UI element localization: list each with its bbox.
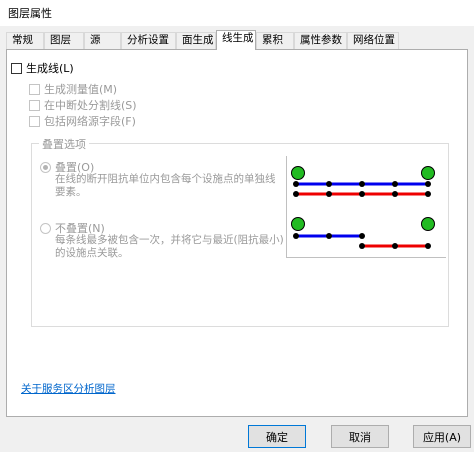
tab-source[interactable]: 源 [84, 32, 121, 49]
overlap-diagram [286, 156, 446, 258]
vertex-point [359, 243, 365, 249]
ok-button[interactable]: 确定 [248, 425, 306, 448]
tab-network-locations[interactable]: 网络位置 [347, 32, 399, 49]
include-source-fields-label: 包括网络源字段(F) [44, 115, 136, 128]
no-overlap-desc-line: 每条线最多被包含一次，并将它与最近(阻抗最小) [55, 234, 284, 246]
radio-dot[interactable] [40, 222, 51, 234]
window-title: 图层属性 [8, 7, 52, 20]
checkbox-box[interactable] [11, 62, 22, 74]
tab-panel-line-generation: 生成线(L) 生成测量值(M) 在中断处分割线(S) 包括网络源字段(F) 叠置… [6, 49, 468, 417]
about-service-area-link[interactable]: 关于服务区分析图层 [21, 381, 116, 396]
apply-button[interactable]: 应用(A) [413, 425, 471, 448]
vertex-point [293, 191, 299, 197]
vertex-point [326, 191, 332, 197]
tab-polygon-generation[interactable]: 面生成 [176, 32, 216, 49]
vertex-point [359, 191, 365, 197]
split-at-breaks-checkbox[interactable]: 在中断处分割线(S) [29, 97, 137, 113]
generate-lines-checkbox[interactable]: 生成线(L) [11, 60, 74, 76]
tab-layer[interactable]: 图层 [44, 32, 84, 49]
no-overlap-desc-line: 的设施点关联。 [55, 247, 129, 259]
overlap-options-legend: 叠置选项 [39, 136, 89, 152]
tab-general[interactable]: 常规 [6, 32, 44, 49]
vertex-point [326, 181, 332, 187]
vertex-point [425, 243, 431, 249]
vertex-point [392, 243, 398, 249]
vertex-point [359, 233, 365, 239]
vertex-point [359, 181, 365, 187]
measure-values-checkbox[interactable]: 生成测量值(M) [29, 81, 117, 97]
measure-values-label: 生成测量值(M) [44, 83, 118, 96]
tab-accumulation[interactable]: 累积 [256, 32, 294, 49]
radio-dot[interactable] [40, 161, 51, 173]
no-overlap-description: 每条线最多被包含一次，并将它与最近(阻抗最小) 的设施点关联。 [55, 234, 284, 260]
facility-point [421, 217, 435, 231]
vertex-point [293, 233, 299, 239]
vertex-point [425, 191, 431, 197]
facility-point [291, 166, 305, 180]
split-at-breaks-label: 在中断处分割线(S) [44, 99, 137, 112]
overlap-desc-line: 在线的断开阻抗单位内包含每个设施点的单独线 [55, 173, 276, 185]
title-bar: 图层属性 [0, 0, 474, 26]
tab-line-generation[interactable]: 线生成 [216, 30, 256, 50]
vertex-point [326, 233, 332, 239]
vertex-point [293, 181, 299, 187]
tab-analysis-settings[interactable]: 分析设置 [121, 32, 176, 49]
cancel-button[interactable]: 取消 [331, 425, 389, 448]
overlap-desc-line: 要素。 [55, 186, 87, 198]
facility-point [291, 217, 305, 231]
vertex-point [425, 181, 431, 187]
vertex-point [392, 191, 398, 197]
generate-lines-label: 生成线(L) [26, 62, 74, 75]
overlap-description: 在线的断开阻抗单位内包含每个设施点的单独线 要素。 [55, 173, 276, 199]
tab-attribute-parameters[interactable]: 属性参数 [294, 32, 347, 49]
vertex-point [392, 181, 398, 187]
facility-point [421, 166, 435, 180]
checkbox-box[interactable] [29, 99, 40, 111]
checkbox-box[interactable] [29, 115, 40, 127]
include-source-fields-checkbox[interactable]: 包括网络源字段(F) [29, 113, 136, 129]
checkbox-box[interactable] [29, 83, 40, 95]
